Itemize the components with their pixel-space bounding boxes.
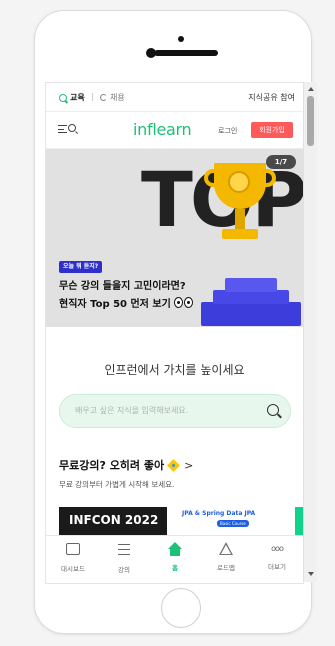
course-card-title: INFCON 2022 [69, 513, 159, 527]
course-card[interactable]: JPA & Spring Data JPA Basic Course [173, 507, 291, 537]
menu-icon[interactable] [58, 125, 67, 134]
sparkle-icon [168, 460, 179, 471]
jobs-icon [100, 94, 107, 101]
home-icon [168, 542, 182, 556]
tab-jobs[interactable]: 채용 [100, 92, 125, 103]
eyes-icon [173, 297, 194, 311]
camera-dot [178, 36, 184, 42]
nav-label: 대시보드 [61, 565, 85, 573]
speaker-grille [154, 50, 218, 56]
home-button[interactable] [161, 588, 201, 628]
promo-banner[interactable]: TOP 1/7 오늘 뭐 듣지? 무슨 강의 들을지 고민이라면? 현직자 To… [46, 149, 303, 327]
search-submit-icon[interactable] [267, 404, 279, 416]
signup-button[interactable]: 회원가입 [251, 122, 293, 138]
section-subtitle: 무료 강의부터 가볍게 시작해 보세요. [59, 480, 175, 489]
login-link[interactable]: 로그인 [218, 126, 237, 136]
share-knowledge-link[interactable]: 지식공유 참여 [248, 92, 295, 103]
dashboard-icon [66, 543, 80, 555]
logo[interactable]: inflearn [133, 120, 192, 139]
scroll-down-icon[interactable] [308, 572, 314, 576]
phone-screen: 교육 채용 지식공유 참여 inflearn 로그인 회원가입 TOP [45, 82, 304, 584]
scrollbar-thumb[interactable] [307, 96, 314, 146]
course-card-title: JPA & Spring Data JPA [182, 510, 256, 517]
education-label: 교육 [70, 93, 85, 102]
nav-label: 더보기 [268, 563, 286, 571]
nav-label: 로드맵 [217, 564, 235, 572]
header: inflearn 로그인 회원가입 [46, 112, 303, 149]
nav-more[interactable]: ooo 더보기 [252, 541, 302, 571]
more-icon: ooo [271, 544, 284, 553]
section-title-text: 무료강의? 오히려 좋아 [59, 459, 165, 472]
top-bar: 교육 채용 지식공유 참여 [46, 83, 303, 112]
scroll-up-icon[interactable] [308, 87, 314, 91]
jobs-label: 채용 [110, 93, 125, 102]
course-card-tag: Basic Course [217, 520, 249, 527]
list-icon [118, 544, 130, 555]
course-card-partial[interactable] [295, 507, 303, 537]
search-input[interactable]: 배우고 싶은 지식을 입력해보세요. [59, 394, 291, 428]
main-headline: 인프런에서 가치를 높이세요 [104, 363, 245, 377]
nav-roadmap[interactable]: 로드맵 [201, 541, 251, 572]
course-card[interactable]: INFCON 2022 [59, 507, 167, 537]
banner-badge: 오늘 뭐 듣지? [59, 261, 103, 273]
banner-title-line2: 현직자 Top 50 먼저 보기 [59, 295, 194, 311]
tab-education[interactable]: 교육 [59, 92, 85, 103]
search-icon[interactable] [68, 124, 76, 132]
nav-label: 강의 [118, 566, 130, 574]
scrollbar[interactable] [303, 82, 317, 582]
nav-home[interactable]: 홈 [150, 541, 200, 572]
nav-dashboard[interactable]: 대시보드 [48, 541, 98, 573]
section-title[interactable]: 무료강의? 오히려 좋아 > [59, 457, 193, 473]
education-icon [59, 93, 67, 102]
banner-title-line2-text: 현직자 Top 50 먼저 보기 [59, 299, 171, 310]
divider [92, 93, 93, 101]
nav-label: 홈 [172, 564, 178, 572]
nav-courses[interactable]: 강의 [99, 541, 149, 574]
bottom-nav: 대시보드 강의 홈 로드맵 ooo 더보기 [46, 535, 303, 583]
search-placeholder: 배우고 싶은 지식을 입력해보세요. [75, 406, 189, 415]
banner-title-line1: 무슨 강의 들을지 고민이라면? [59, 281, 186, 292]
banner-pager[interactable]: 1/7 [266, 155, 296, 169]
chevron-right-icon: > [184, 458, 194, 472]
roadmap-icon [219, 542, 233, 555]
